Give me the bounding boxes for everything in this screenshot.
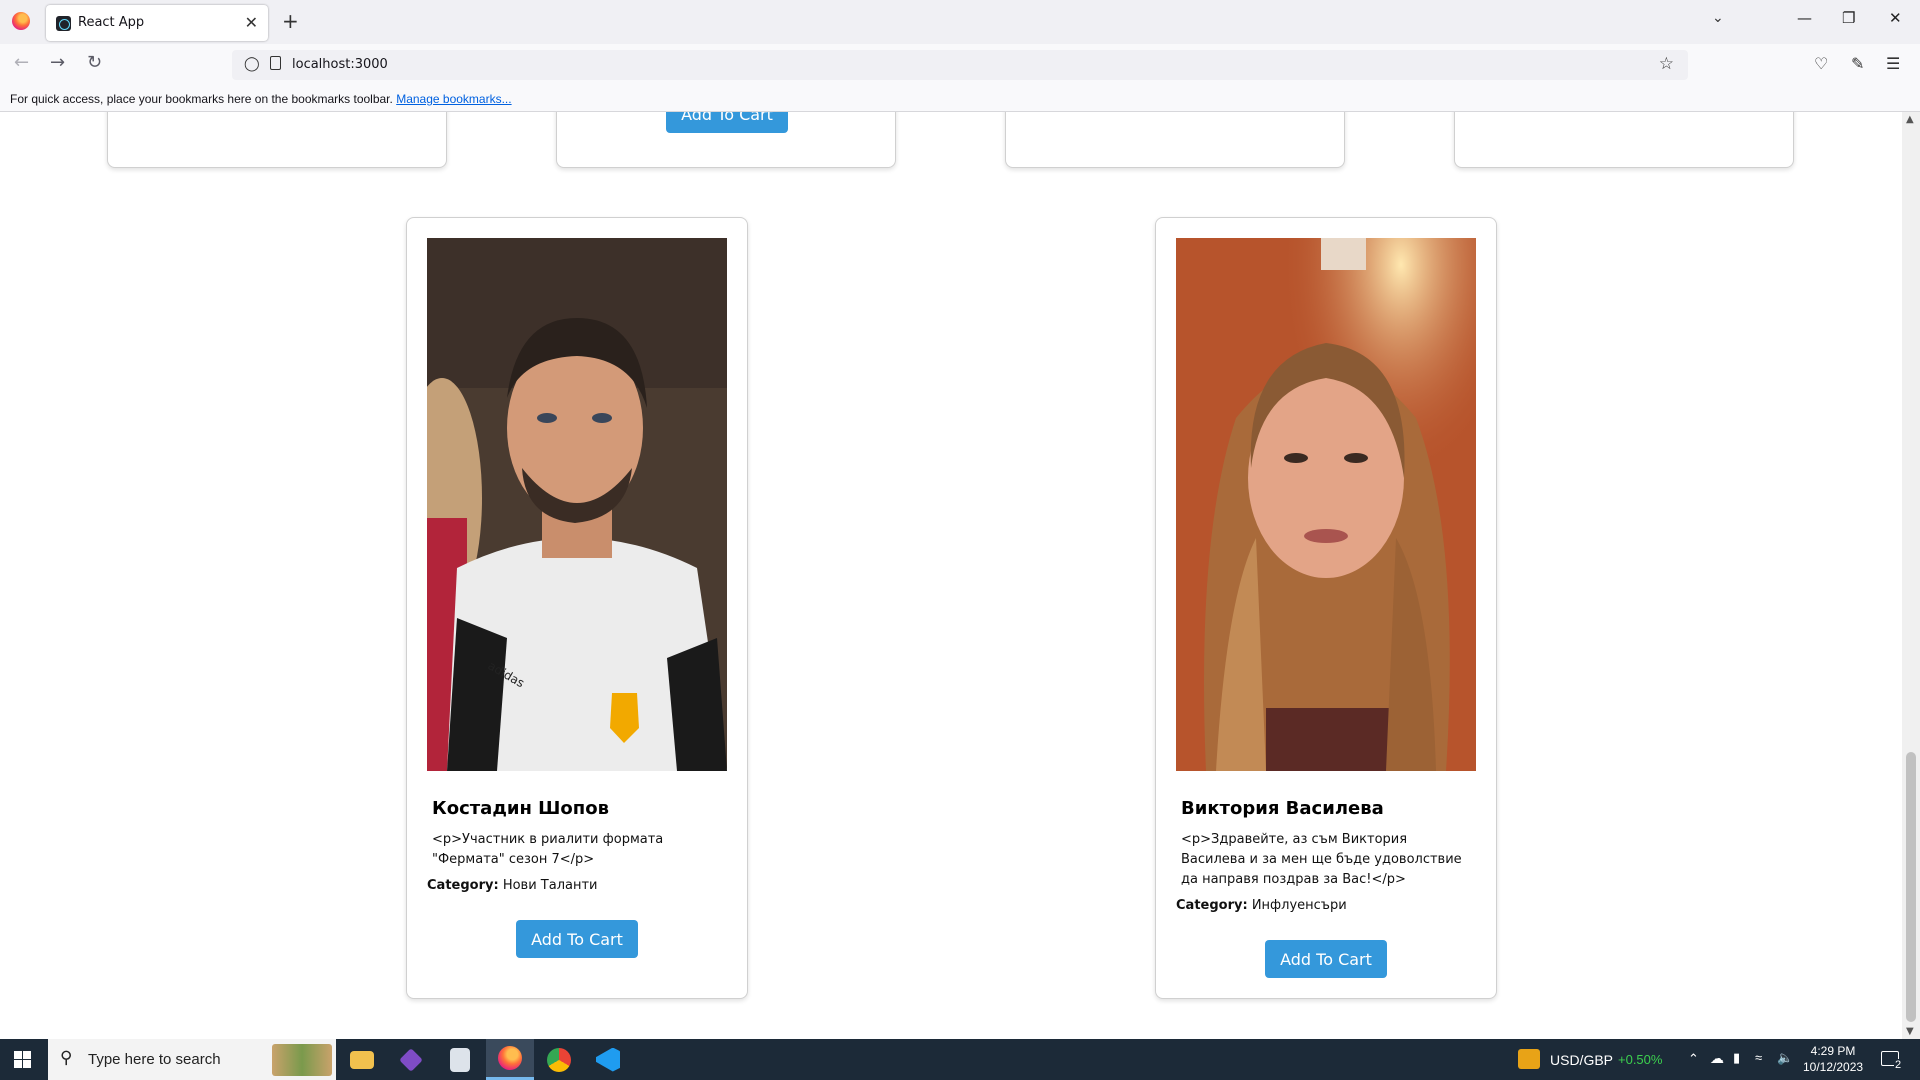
product-description: <p>Участник в риалити формата "Фермата" … <box>432 832 664 867</box>
add-to-cart-button[interactable]: Add To Cart <box>1265 940 1387 978</box>
product-card <box>1454 112 1794 168</box>
scroll-up-icon[interactable]: ▲ <box>1906 114 1914 125</box>
show-hidden-icons[interactable]: ⌃ <box>1688 1051 1699 1080</box>
react-favicon-icon <box>56 16 71 31</box>
extensions-icon[interactable]: ✎ <box>1851 54 1864 73</box>
time: 4:29 PM <box>1810 1044 1856 1058</box>
list-all-tabs-icon[interactable]: ⌄ <box>1712 10 1724 26</box>
firefox-icon[interactable] <box>12 12 30 30</box>
ticker-name: USD/GBP <box>1550 1052 1614 1068</box>
new-tab-button[interactable]: + <box>282 9 299 33</box>
back-icon[interactable]: ← <box>14 52 29 73</box>
shield-icon[interactable]: ◯ <box>244 56 260 72</box>
add-to-cart-button[interactable]: Add To Cart <box>666 112 788 133</box>
product-category: Category: Нови Таланти <box>427 878 598 893</box>
ticker-change: +0.50% <box>1618 1052 1663 1067</box>
visual-studio-icon[interactable] <box>387 1039 435 1080</box>
close-window-icon[interactable]: ✕ <box>1889 9 1902 27</box>
search-highlight-image <box>272 1044 332 1076</box>
file-explorer-icon[interactable] <box>338 1039 386 1080</box>
vscode-icon[interactable] <box>584 1039 632 1080</box>
pocket-icon[interactable]: ♡ <box>1814 54 1828 73</box>
onedrive-icon[interactable]: ☁ <box>1710 1050 1724 1080</box>
taskbar: ⚲ Type here to search USD/GBP +0.50% ⌃ ☁… <box>0 1039 1920 1080</box>
product-card <box>107 112 447 168</box>
page-viewport: Add To Cart adidas Костадин Шопов <p>Уча… <box>0 112 1902 1039</box>
scroll-down-icon[interactable]: ▼ <box>1906 1026 1914 1037</box>
volume-icon[interactable]: 🔈 <box>1777 1050 1793 1080</box>
tab-bar: React App ✕ + ⌄ — ❐ ✕ <box>0 0 1920 44</box>
network-icon[interactable]: ≈ <box>1755 1050 1762 1080</box>
add-to-cart-button[interactable]: Add To Cart <box>516 920 638 958</box>
url-text[interactable]: localhost:3000 <box>292 57 388 72</box>
product-category: Category: Инфлуенсъри <box>1176 898 1347 913</box>
product-name: Костадин Шопов <box>432 798 609 819</box>
forward-icon[interactable]: → <box>50 52 65 73</box>
category-label: Category: <box>427 878 499 893</box>
stock-chart-icon <box>1518 1049 1540 1069</box>
category-value: Инфлуенсъри <box>1251 898 1347 913</box>
product-name: Виктория Василева <box>1181 798 1384 819</box>
bookmarks-toolbar: For quick access, place your bookmarks h… <box>0 84 1920 112</box>
notepad-icon[interactable] <box>436 1039 484 1080</box>
minimize-icon[interactable]: — <box>1797 9 1812 27</box>
taskbar-search[interactable]: ⚲ Type here to search <box>48 1039 336 1080</box>
chrome-icon[interactable] <box>535 1039 583 1080</box>
scrollbar-thumb[interactable] <box>1906 752 1916 1022</box>
battery-icon[interactable]: ▮ <box>1733 1050 1740 1080</box>
product-photo <box>1176 238 1476 771</box>
menu-icon[interactable]: ☰ <box>1886 54 1900 73</box>
product-card <box>1005 112 1345 168</box>
bookmarks-hint: For quick access, place your bookmarks h… <box>10 92 393 106</box>
product-card: Add To Cart <box>556 112 896 168</box>
windows-start-icon[interactable] <box>14 1051 31 1068</box>
page-icon <box>270 56 281 70</box>
date: 10/12/2023 <box>1803 1060 1864 1074</box>
reload-icon[interactable]: ↻ <box>87 52 102 73</box>
url-bar[interactable]: ◯ localhost:3000 ☆ <box>232 50 1688 80</box>
close-tab-icon[interactable]: ✕ <box>245 13 258 32</box>
restore-icon[interactable]: ❐ <box>1842 9 1855 27</box>
notifications-button[interactable]: 2 <box>1878 1039 1908 1080</box>
page-scrollbar[interactable]: ▲ ▼ <box>1902 112 1920 1039</box>
navigation-bar: ← → ↻ ◯ localhost:3000 ☆ ♡ ✎ ☰ <box>0 44 1920 84</box>
product-photo: adidas <box>427 238 727 771</box>
firefox-taskbar-icon[interactable] <box>486 1039 534 1080</box>
product-card: Виктория Василева <p>Здравейте, аз съм В… <box>1155 217 1497 999</box>
tab-react-app[interactable]: React App ✕ <box>46 5 268 41</box>
category-value: Нови Таланти <box>502 878 598 893</box>
category-label: Category: <box>1176 898 1248 913</box>
product-description: <p>Здравейте, аз съм Виктория Василева и… <box>1181 832 1462 887</box>
clock[interactable]: 4:29 PM 10/12/2023 <box>1803 1043 1863 1075</box>
notification-count: 2 <box>1894 1059 1903 1071</box>
search-placeholder[interactable]: Type here to search <box>88 1051 221 1068</box>
product-card: adidas Костадин Шопов <p>Участник в риал… <box>406 217 748 999</box>
manage-bookmarks-link[interactable]: Manage bookmarks... <box>396 92 511 106</box>
tab-title: React App <box>78 15 145 30</box>
search-icon: ⚲ <box>60 1048 73 1068</box>
bookmark-star-icon[interactable]: ☆ <box>1659 54 1674 74</box>
